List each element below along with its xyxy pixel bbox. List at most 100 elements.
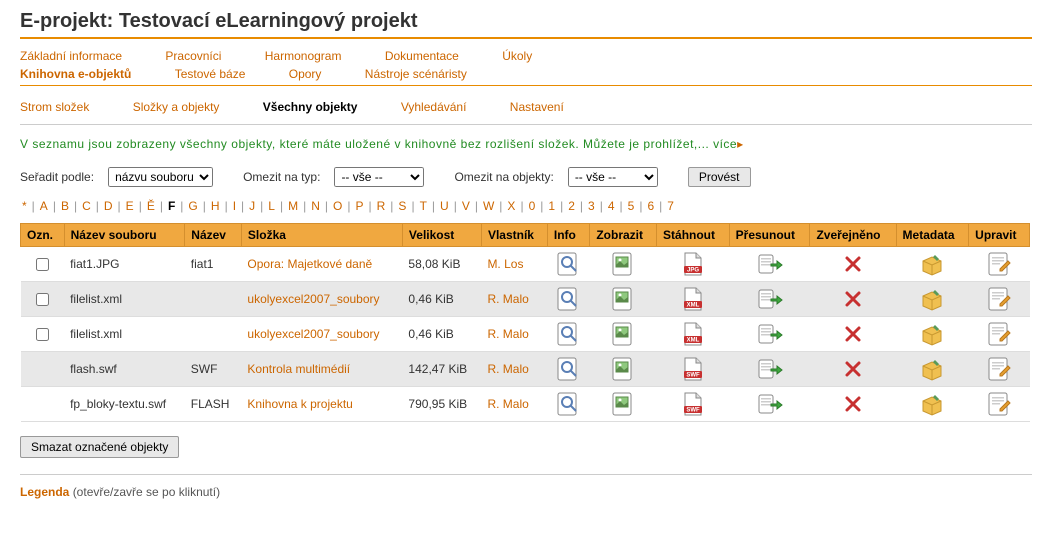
alpha-B[interactable]: B bbox=[59, 199, 71, 213]
nav-nastroje[interactable]: Nástroje scénáristy bbox=[365, 67, 467, 81]
alpha-I[interactable]: I bbox=[231, 199, 238, 213]
published-cross-icon[interactable] bbox=[810, 387, 896, 422]
cell-owner-link[interactable]: R. Malo bbox=[481, 387, 547, 422]
limit-type-select[interactable]: -- vše -- bbox=[334, 167, 424, 187]
metadata-box-icon[interactable] bbox=[896, 317, 969, 352]
nav-dokumentace[interactable]: Dokumentace bbox=[385, 49, 459, 63]
nav-opory[interactable]: Opory bbox=[289, 67, 322, 81]
view-icon[interactable] bbox=[590, 387, 657, 422]
view-icon[interactable] bbox=[590, 317, 657, 352]
move-icon[interactable] bbox=[729, 282, 810, 317]
cell-folder-link[interactable]: ukolyexcel2007_soubory bbox=[241, 317, 402, 352]
move-icon[interactable] bbox=[729, 247, 810, 282]
alpha-7[interactable]: 7 bbox=[665, 199, 676, 213]
col-header[interactable]: Stáhnout bbox=[657, 224, 730, 247]
download-icon[interactable]: XML bbox=[657, 317, 730, 352]
alpha-N[interactable]: N bbox=[309, 199, 322, 213]
info-icon[interactable] bbox=[547, 317, 589, 352]
alpha-0[interactable]: 0 bbox=[527, 199, 538, 213]
col-header[interactable]: Metadata bbox=[896, 224, 969, 247]
alpha-3[interactable]: 3 bbox=[586, 199, 597, 213]
cell-owner-link[interactable]: M. Los bbox=[481, 247, 547, 282]
nav-zakladni[interactable]: Základní informace bbox=[20, 49, 122, 63]
alpha-T[interactable]: T bbox=[418, 199, 429, 213]
alpha-J[interactable]: J bbox=[247, 199, 257, 213]
alpha-M[interactable]: M bbox=[286, 199, 300, 213]
subnav-strom[interactable]: Strom složek bbox=[20, 100, 89, 114]
col-header[interactable]: Vlastník bbox=[481, 224, 547, 247]
published-cross-icon[interactable] bbox=[810, 247, 896, 282]
published-cross-icon[interactable] bbox=[810, 352, 896, 387]
metadata-box-icon[interactable] bbox=[896, 352, 969, 387]
nav-pracovnici[interactable]: Pracovníci bbox=[165, 49, 221, 63]
sort-select[interactable]: názvu souboru bbox=[108, 167, 213, 187]
cell-folder-link[interactable]: Opora: Majetkové daně bbox=[241, 247, 402, 282]
alpha-C[interactable]: C bbox=[80, 199, 93, 213]
alpha-E[interactable]: E bbox=[124, 199, 136, 213]
subnav-nastaveni[interactable]: Nastavení bbox=[510, 100, 564, 114]
alpha-4[interactable]: 4 bbox=[606, 199, 617, 213]
row-checkbox[interactable] bbox=[36, 258, 49, 271]
col-header[interactable]: Zobrazit bbox=[590, 224, 657, 247]
cell-owner-link[interactable]: R. Malo bbox=[481, 317, 547, 352]
alpha-D[interactable]: D bbox=[102, 199, 115, 213]
row-checkbox[interactable] bbox=[36, 328, 49, 341]
cell-folder-link[interactable]: ukolyexcel2007_soubory bbox=[241, 282, 402, 317]
info-icon[interactable] bbox=[547, 387, 589, 422]
edit-icon[interactable] bbox=[969, 282, 1030, 317]
info-more-link[interactable]: ... více bbox=[698, 137, 737, 151]
col-header[interactable]: Info bbox=[547, 224, 589, 247]
download-icon[interactable]: XML bbox=[657, 282, 730, 317]
view-icon[interactable] bbox=[590, 282, 657, 317]
published-cross-icon[interactable] bbox=[810, 317, 896, 352]
alpha-F[interactable]: F bbox=[166, 199, 177, 213]
alpha-5[interactable]: 5 bbox=[626, 199, 637, 213]
info-icon[interactable] bbox=[547, 282, 589, 317]
cell-owner-link[interactable]: R. Malo bbox=[481, 352, 547, 387]
edit-icon[interactable] bbox=[969, 387, 1030, 422]
edit-icon[interactable] bbox=[969, 317, 1030, 352]
alpha-*[interactable]: * bbox=[20, 199, 29, 213]
submit-button[interactable]: Provést bbox=[688, 167, 751, 187]
download-icon[interactable]: SWF bbox=[657, 352, 730, 387]
move-icon[interactable] bbox=[729, 387, 810, 422]
alpha-S[interactable]: S bbox=[396, 199, 408, 213]
metadata-box-icon[interactable] bbox=[896, 247, 969, 282]
alpha-1[interactable]: 1 bbox=[546, 199, 557, 213]
col-header[interactable]: Zveřejněno bbox=[810, 224, 896, 247]
col-header[interactable]: Název bbox=[185, 224, 242, 247]
limit-obj-select[interactable]: -- vše -- bbox=[568, 167, 658, 187]
alpha-H[interactable]: H bbox=[209, 199, 222, 213]
subnav-slozky[interactable]: Složky a objekty bbox=[133, 100, 220, 114]
alpha-O[interactable]: O bbox=[331, 199, 344, 213]
col-header[interactable]: Přesunout bbox=[729, 224, 810, 247]
col-header[interactable]: Ozn. bbox=[21, 224, 65, 247]
info-icon[interactable] bbox=[547, 352, 589, 387]
nav-knihovna[interactable]: Knihovna e-objektů bbox=[20, 67, 131, 81]
nav-harmonogram[interactable]: Harmonogram bbox=[265, 49, 342, 63]
metadata-box-icon[interactable] bbox=[896, 387, 969, 422]
move-icon[interactable] bbox=[729, 352, 810, 387]
col-header[interactable]: Složka bbox=[241, 224, 402, 247]
alpha-G[interactable]: G bbox=[186, 199, 199, 213]
subnav-vyhledavani[interactable]: Vyhledávání bbox=[401, 100, 467, 114]
alpha-A[interactable]: A bbox=[38, 199, 50, 213]
metadata-box-icon[interactable] bbox=[896, 282, 969, 317]
col-header[interactable]: Název souboru bbox=[64, 224, 185, 247]
edit-icon[interactable] bbox=[969, 352, 1030, 387]
delete-selected-button[interactable]: Smazat označené objekty bbox=[20, 436, 179, 458]
alpha-6[interactable]: 6 bbox=[645, 199, 656, 213]
view-icon[interactable] bbox=[590, 352, 657, 387]
col-header[interactable]: Upravit bbox=[969, 224, 1030, 247]
alpha-R[interactable]: R bbox=[375, 199, 388, 213]
download-icon[interactable]: JPG bbox=[657, 247, 730, 282]
nav-testove[interactable]: Testové báze bbox=[175, 67, 246, 81]
alpha-Ě[interactable]: Ě bbox=[145, 199, 157, 213]
subnav-vsechny[interactable]: Všechny objekty bbox=[263, 100, 358, 114]
cell-folder-link[interactable]: Kontrola multimédií bbox=[241, 352, 402, 387]
alpha-V[interactable]: V bbox=[460, 199, 472, 213]
col-header[interactable]: Velikost bbox=[402, 224, 481, 247]
row-checkbox[interactable] bbox=[36, 293, 49, 306]
info-icon[interactable] bbox=[547, 247, 589, 282]
cell-folder-link[interactable]: Knihovna k projektu bbox=[241, 387, 402, 422]
